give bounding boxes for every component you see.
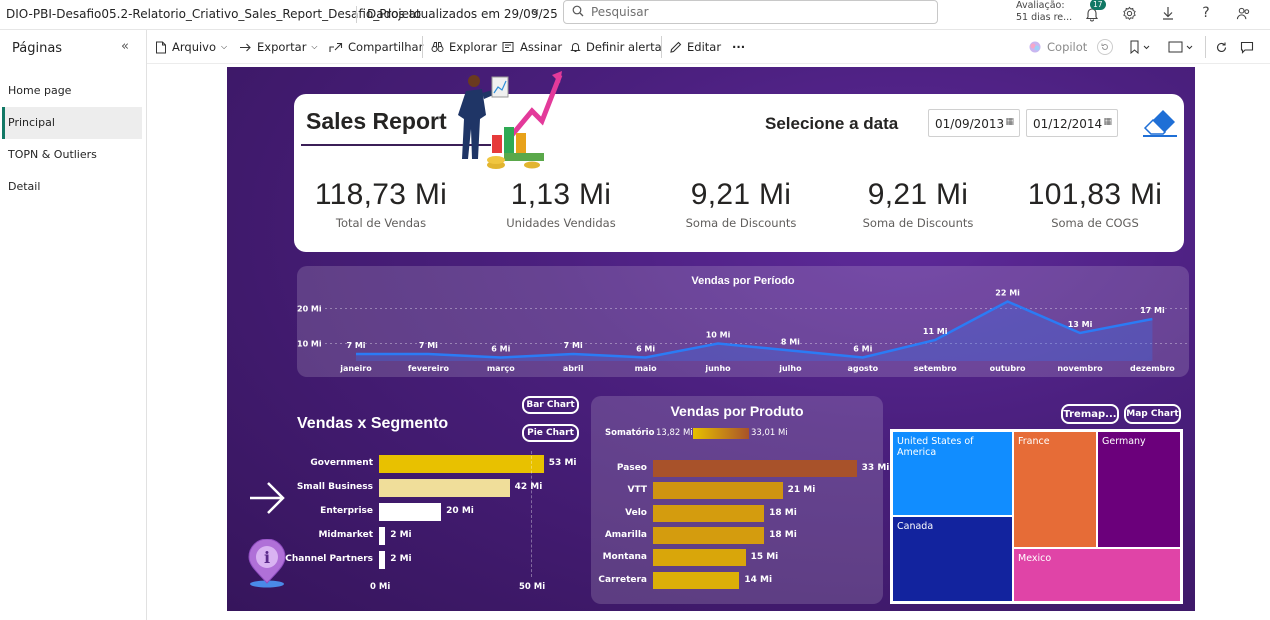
export-icon: [240, 43, 251, 51]
data-label: 21 Mi: [787, 485, 816, 496]
search-input[interactable]: Pesquisar: [563, 0, 938, 24]
chevron-down-icon: ⌵: [311, 42, 318, 51]
view-menu-icon[interactable]: [1168, 39, 1196, 55]
bar[interactable]: [653, 526, 765, 544]
collapse-pane-icon[interactable]: «: [121, 39, 129, 54]
category-label: VTT: [627, 485, 647, 496]
comment-icon[interactable]: [1239, 39, 1255, 55]
download-icon[interactable]: [1159, 4, 1177, 22]
file-label: Arquivo: [172, 40, 217, 54]
search-placeholder: Pesquisar: [591, 5, 649, 19]
page-item-topn-outliers[interactable]: TOPN & Outliers: [2, 139, 142, 171]
bar[interactable]: [653, 549, 746, 567]
page-item-detail[interactable]: Detail: [2, 171, 142, 203]
bookmark-menu-icon[interactable]: [1128, 39, 1154, 55]
bar[interactable]: [653, 571, 740, 589]
rating-status[interactable]: Avaliação: 51 dias re...: [1016, 0, 1072, 24]
export-label: Exportar: [257, 40, 307, 54]
refresh-icon[interactable]: [1213, 39, 1229, 55]
more-options-button[interactable]: ···: [732, 40, 745, 54]
page-label: Principal: [8, 116, 55, 129]
reset-icon[interactable]: [1097, 39, 1113, 55]
report-title[interactable]: DIO-PBI-Desafio05.2-Relatorio_Criativo_S…: [6, 7, 421, 21]
category-label: Carretera: [598, 574, 647, 585]
data-label: 33 Mi: [861, 463, 890, 473]
divider: [356, 6, 357, 23]
pages-title: Páginas: [12, 41, 63, 56]
pages-pane: Páginas « Home page Principal TOPN & Out…: [0, 30, 147, 620]
country-treemap[interactable]: United States of America Canada France G…: [890, 429, 1183, 604]
treemap-cell-france[interactable]: France: [1013, 431, 1097, 548]
file-menu-button[interactable]: Arquivo ⌵: [155, 40, 227, 54]
edit-label: Editar: [687, 40, 722, 54]
report-canvas: Sales Report Selecione a data 01/09/2013…: [227, 67, 1195, 611]
data-label: 14 Mi: [744, 574, 773, 585]
copilot-icon: [1029, 41, 1041, 53]
rating-label: Avaliação:: [1016, 0, 1065, 11]
category-label: Montana: [602, 552, 647, 563]
data-label: 18 Mi: [769, 507, 797, 518]
category-label: Paseo: [616, 463, 647, 473]
notification-count-badge: 17: [1090, 0, 1106, 10]
set-alert-button[interactable]: Definir alerta: [570, 40, 662, 54]
pencil-icon: [670, 41, 682, 53]
subscribe-button[interactable]: Assinar: [502, 40, 562, 54]
treemap-button[interactable]: Tremap...: [1061, 404, 1119, 424]
page-item-home[interactable]: Home page: [2, 75, 142, 107]
category-label: Amarilla: [604, 529, 647, 540]
divider: [1205, 36, 1206, 58]
edit-button[interactable]: Editar: [669, 40, 721, 54]
page-label: Detail: [8, 180, 41, 193]
binoculars-icon: [431, 42, 444, 52]
data-label: 15 Mi: [750, 552, 779, 563]
bell-icon: [570, 43, 581, 52]
subscribe-mail-icon: [502, 42, 514, 52]
top-bar: DIO-PBI-Desafio05.2-Relatorio_Criativo_S…: [0, 0, 1270, 30]
treemap-cell-usa[interactable]: United States of America: [892, 431, 1013, 516]
chevron-down-icon: ⌵: [221, 42, 228, 51]
divider: [661, 36, 662, 58]
subscribe-label: Assinar: [520, 40, 563, 54]
chevron-down-icon[interactable]: [530, 5, 540, 19]
report-toolbar: Arquivo ⌵ Exportar ⌵ Compartilhar Explor…: [147, 30, 1270, 64]
treemap-cell-mexico[interactable]: Mexico: [1013, 548, 1181, 602]
bar[interactable]: [653, 504, 765, 522]
page-label: TOPN & Outliers: [8, 148, 97, 161]
share-button[interactable]: Compartilhar: [329, 40, 423, 54]
explore-label: Explorar: [449, 40, 498, 54]
share-label: Compartilhar: [348, 40, 424, 54]
help-icon[interactable]: ?: [1197, 4, 1215, 22]
explore-button[interactable]: Explorar: [431, 40, 497, 54]
category-label: Velo: [625, 507, 647, 518]
page-item-principal[interactable]: Principal: [2, 107, 142, 139]
notifications-icon[interactable]: 17: [1082, 0, 1106, 24]
search-icon: [572, 5, 584, 20]
set-alert-label: Definir alerta: [586, 40, 662, 54]
bar[interactable]: [653, 482, 783, 500]
bar[interactable]: [653, 460, 857, 477]
rating-days: 51 dias re...: [1016, 12, 1073, 23]
file-icon: [156, 41, 166, 53]
copilot-button[interactable]: Copilot: [1028, 40, 1087, 54]
data-label: 18 Mi: [769, 529, 797, 540]
treemap-cell-germany[interactable]: Germany: [1097, 431, 1181, 548]
share-people-icon[interactable]: [1234, 4, 1252, 22]
map-chart-button[interactable]: Map Chart: [1124, 404, 1181, 424]
divider: [422, 36, 423, 58]
copilot-label: Copilot: [1047, 40, 1088, 54]
treemap-cell-canada[interactable]: Canada: [892, 516, 1013, 602]
share-icon: [329, 42, 343, 52]
export-menu-button[interactable]: Exportar ⌵: [239, 40, 318, 54]
settings-gear-icon[interactable]: [1120, 4, 1138, 22]
page-label: Home page: [8, 84, 72, 97]
